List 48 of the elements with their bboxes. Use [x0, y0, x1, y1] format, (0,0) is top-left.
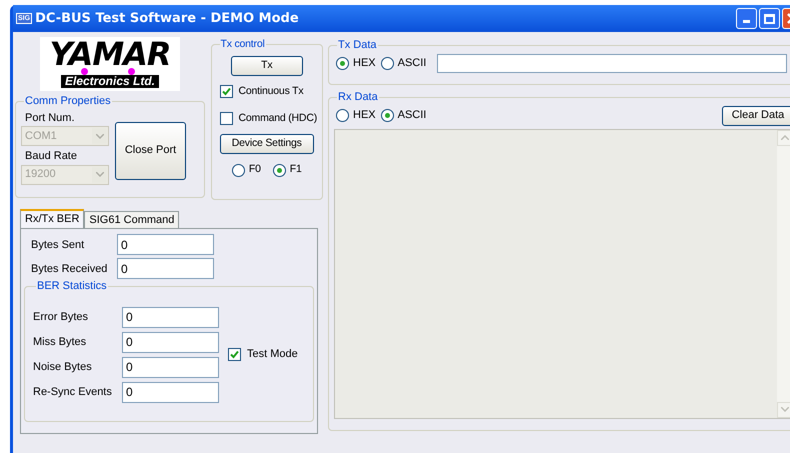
checkbox-label: Continuous Tx: [238, 84, 304, 99]
group-title: Rx Data: [337, 90, 379, 105]
count-field[interactable]: 0: [122, 332, 219, 352]
minimize-button[interactable]: [736, 8, 757, 29]
device-settings-button[interactable]: Device Settings: [220, 134, 314, 154]
tab[interactable]: Rx/Tx BER: [20, 209, 84, 228]
field-label: Miss Bytes: [33, 334, 88, 350]
radio-button[interactable]: [336, 56, 349, 70]
window-title: DC-BUS Test Software - DEMO Mode: [35, 10, 299, 28]
count-field[interactable]: 0: [122, 356, 219, 378]
radio-button[interactable]: [272, 164, 286, 177]
logo-subtitle: Electronics Ltd.: [60, 74, 160, 88]
radio-button[interactable]: [336, 109, 349, 122]
radio-button[interactable]: [380, 109, 394, 122]
port-label: Port Num.: [25, 110, 76, 126]
group-title: Tx control: [220, 37, 266, 52]
radio-label: ASCII: [398, 108, 426, 124]
checkbox[interactable]: [220, 85, 232, 98]
logo-name: YAMAR: [49, 40, 171, 68]
group-title: Comm Properties: [24, 94, 112, 109]
field-label: Error Bytes: [33, 310, 90, 325]
field-label: Bytes Sent: [31, 238, 86, 250]
checkbox-label: Test Mode: [247, 347, 298, 362]
field-label: Re-Sync Events: [33, 384, 113, 400]
radio-label: ASCII: [398, 56, 426, 71]
radio-label: HEX: [353, 56, 376, 71]
checkbox-label: Command (HDC): [238, 110, 317, 126]
radio-label: F1: [290, 162, 302, 178]
baud-label: Baud Rate: [25, 149, 78, 164]
maximize-button[interactable]: [759, 8, 780, 29]
radio-button[interactable]: [380, 56, 394, 70]
count-field[interactable]: 0: [122, 382, 219, 402]
radio-button[interactable]: [232, 164, 245, 177]
tx-button[interactable]: Tx: [230, 56, 303, 76]
tx-data-field[interactable]: [437, 54, 788, 72]
count-field[interactable]: 0: [117, 258, 214, 279]
field-label: Bytes Received: [31, 262, 108, 274]
field-label: Noise Bytes: [33, 360, 93, 375]
checkbox[interactable]: [228, 348, 241, 361]
clear-data-button[interactable]: Clear Data: [722, 106, 790, 126]
tab[interactable]: SIG61 Command: [84, 211, 180, 228]
count-field[interactable]: 0: [122, 306, 219, 328]
radio-label: F0: [248, 162, 261, 178]
radio-label: HEX: [353, 108, 376, 124]
count-field[interactable]: 0: [117, 234, 214, 255]
group-title: BER Statistics: [36, 279, 108, 294]
group-title: Tx Data: [337, 38, 378, 53]
checkbox[interactable]: [220, 112, 232, 125]
